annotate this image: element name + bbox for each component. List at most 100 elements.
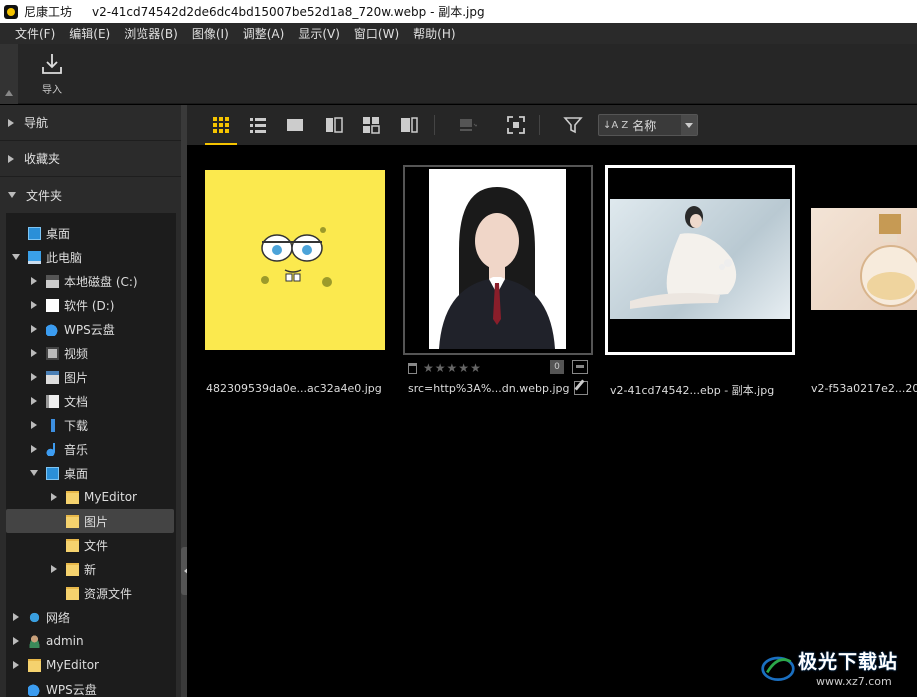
- tree-item-label: 文档: [64, 394, 89, 409]
- menu-bar: 文件(F) 编辑(E) 浏览器(B) 图像(I) 调整(A) 显示(V) 窗口(…: [0, 23, 917, 44]
- edit-icon[interactable]: [574, 381, 588, 395]
- display-mode-button[interactable]: [455, 113, 479, 137]
- tree-item[interactable]: 资源文件: [6, 581, 174, 605]
- tree-item[interactable]: 图片: [6, 365, 174, 389]
- menu-image[interactable]: 图像(I): [185, 25, 236, 42]
- fullscreen-button[interactable]: [504, 113, 528, 137]
- expand-arrow-icon[interactable]: [28, 419, 40, 431]
- star-icon[interactable]: ★: [458, 361, 469, 375]
- expand-arrow-icon[interactable]: [28, 347, 40, 359]
- chevron-down-icon: [681, 115, 697, 135]
- expand-arrow-icon[interactable]: [28, 371, 40, 383]
- expand-arrow-icon[interactable]: [28, 443, 40, 455]
- tree-item[interactable]: WPS云盘: [6, 317, 174, 341]
- star-icon[interactable]: ★: [435, 361, 446, 375]
- expand-arrow-icon[interactable]: [28, 395, 40, 407]
- view-compare-4-button[interactable]: [359, 113, 383, 137]
- pictures-icon: [46, 370, 59, 384]
- thumbnail-image[interactable]: [610, 199, 790, 319]
- folder-icon: [66, 538, 79, 552]
- tree-item[interactable]: WPS云盘: [6, 677, 174, 697]
- menu-edit[interactable]: 编辑(E): [62, 25, 117, 42]
- tree-item[interactable]: 图片: [6, 509, 174, 533]
- watermark-text: 极光下载站: [798, 651, 899, 673]
- menu-file[interactable]: 文件(F): [8, 25, 62, 42]
- tree-item[interactable]: MyEditor: [6, 485, 174, 509]
- menu-view[interactable]: 显示(V): [291, 25, 347, 42]
- menu-window[interactable]: 窗口(W): [347, 25, 406, 42]
- sort-value: 名称: [632, 118, 657, 133]
- tree-item[interactable]: 下载: [6, 413, 174, 437]
- expand-arrow-icon[interactable]: [48, 491, 60, 503]
- collapse-arrow-icon[interactable]: [28, 467, 40, 479]
- folder-icon: [66, 562, 79, 576]
- tree-item[interactable]: 本地磁盘 (C:): [6, 269, 174, 293]
- tree-item-label: 本地磁盘 (C:): [64, 274, 138, 289]
- expand-arrow-icon[interactable]: [28, 275, 40, 287]
- protect-icon[interactable]: [572, 360, 588, 374]
- tree-item[interactable]: 音乐: [6, 437, 174, 461]
- tree-item[interactable]: MyEditor: [6, 653, 174, 677]
- filmstrip-icon: [401, 117, 418, 133]
- star-icon[interactable]: ★: [447, 361, 458, 375]
- menu-help[interactable]: 帮助(H): [406, 25, 462, 42]
- tree-item-label: MyEditor: [46, 658, 99, 672]
- filter-button[interactable]: [561, 113, 585, 137]
- import-button[interactable]: 导入: [30, 52, 74, 100]
- view-single-button[interactable]: [283, 113, 307, 137]
- sort-dropdown[interactable]: ↓A Z 名称: [598, 114, 698, 136]
- star-icon[interactable]: ★: [470, 361, 481, 375]
- expand-arrow-icon[interactable]: [28, 299, 40, 311]
- tree-item[interactable]: 此电脑: [6, 245, 174, 269]
- cloud-icon: [28, 682, 41, 696]
- menu-browser[interactable]: 浏览器(B): [117, 25, 185, 42]
- view-thumbnail-grid-button[interactable]: [205, 113, 237, 145]
- view-list-button[interactable]: [246, 113, 270, 137]
- expand-arrow-icon[interactable]: [48, 563, 60, 575]
- thumbnail-image[interactable]: [811, 208, 917, 310]
- section-label: 收藏夹: [24, 152, 61, 166]
- expand-arrow-icon[interactable]: [10, 611, 22, 623]
- tree-item[interactable]: 文档: [6, 389, 174, 413]
- content-toolbar: ↓A Z 名称: [187, 105, 917, 145]
- star-icon[interactable]: ★: [423, 361, 434, 375]
- left-panel: 导航 收藏夹 文件夹 桌面 此电脑 本地磁盘 (C:) 软件 (D:) WPS云盘 视频图…: [0, 105, 181, 697]
- section-label: 导航: [24, 116, 49, 130]
- tree-item[interactable]: admin: [6, 629, 174, 653]
- toolbar-collapse-button[interactable]: [0, 44, 18, 104]
- expand-arrow-icon[interactable]: [10, 635, 22, 647]
- folder-icon: [66, 514, 79, 528]
- filter-icon: [563, 117, 583, 134]
- tree-item[interactable]: 新: [6, 557, 174, 581]
- tree-item-label: 图片: [64, 370, 89, 385]
- expand-arrow-icon[interactable]: [28, 323, 40, 335]
- tree-item[interactable]: 网络: [6, 605, 174, 629]
- thumbnail-filename: src=http%3A%...dn.webp.jpg: [408, 382, 570, 395]
- tree-item-label: 下载: [64, 418, 89, 433]
- compare-two-icon: [326, 117, 343, 133]
- user-icon: [28, 634, 41, 648]
- tree-item[interactable]: 视频: [6, 341, 174, 365]
- tree-item[interactable]: 软件 (D:): [6, 293, 174, 317]
- tree-item[interactable]: 文件: [6, 533, 174, 557]
- view-filmstrip-button[interactable]: [397, 113, 421, 137]
- collapse-arrow-icon[interactable]: [10, 251, 22, 263]
- tree-item[interactable]: 桌面: [6, 461, 174, 485]
- tree-item-label: WPS云盘: [64, 322, 115, 337]
- section-favorites[interactable]: 收藏夹: [0, 141, 181, 177]
- woman-picture: [630, 206, 737, 309]
- tree-item[interactable]: 桌面: [6, 221, 174, 245]
- thumbnail-image[interactable]: [205, 170, 385, 350]
- tree-item-label: 软件 (D:): [64, 298, 115, 313]
- thumbnail-image[interactable]: [429, 169, 566, 349]
- display-icon: [460, 119, 477, 131]
- menu-adjust[interactable]: 调整(A): [236, 25, 292, 42]
- section-navigation[interactable]: 导航: [0, 105, 181, 141]
- trash-icon[interactable]: [408, 362, 417, 374]
- expand-arrow-icon[interactable]: [10, 659, 22, 671]
- view-compare-2-button[interactable]: [322, 113, 346, 137]
- section-folders[interactable]: 文件夹: [0, 177, 181, 213]
